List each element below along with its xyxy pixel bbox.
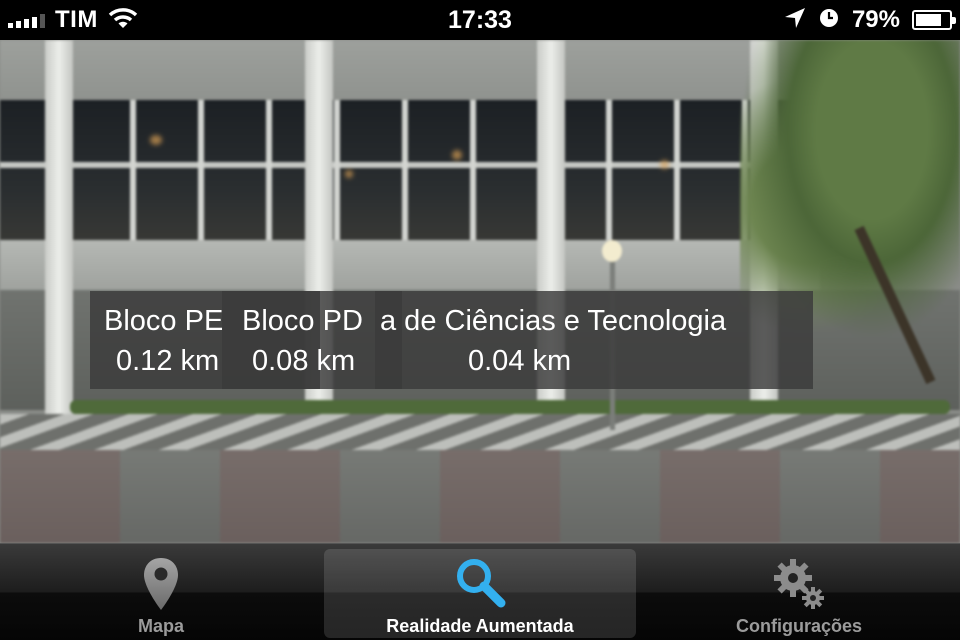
magnifier-icon <box>454 556 506 613</box>
camera-view: Bloco PE 0.12 km Bloco PD 0.08 km a de C… <box>0 40 960 543</box>
ar-label-name: a de Ciências e Tecnologia <box>380 305 727 337</box>
ar-label-distance: 0.04 km <box>468 345 572 377</box>
tab-label: Configurações <box>735 616 863 636</box>
tab-mapa[interactable]: Mapa <box>0 544 322 640</box>
battery-percentage: 79% <box>851 6 900 33</box>
tab-label: Mapa <box>137 616 184 636</box>
location-arrow-icon <box>784 7 806 34</box>
map-pin-icon <box>141 556 181 617</box>
tab-realidade-aumentada[interactable]: Realidade Aumentada <box>324 544 636 640</box>
gears-icon <box>771 556 827 617</box>
ar-label-ciencias-tecnologia[interactable]: a de Ciências e Tecnologia 0.04 km <box>375 291 813 389</box>
tab-bar: Mapa Realidade Aumentada Configurações <box>0 543 960 640</box>
ar-label-distance: 0.08 km <box>252 345 356 377</box>
status-bar: TIM 17:33 79% <box>0 0 960 40</box>
ar-label-distance: 0.12 km <box>116 345 220 377</box>
tab-configuracoes[interactable]: Configurações <box>638 544 960 640</box>
ar-label-name: Bloco PE <box>104 305 224 337</box>
tab-label: Realidade Aumentada <box>386 616 574 636</box>
alarm-clock-icon <box>818 7 840 34</box>
status-bar-right: 79% <box>784 0 956 40</box>
battery-level-fill <box>916 14 942 26</box>
ar-label-name: Bloco PD <box>242 305 363 337</box>
battery-icon <box>912 10 956 30</box>
